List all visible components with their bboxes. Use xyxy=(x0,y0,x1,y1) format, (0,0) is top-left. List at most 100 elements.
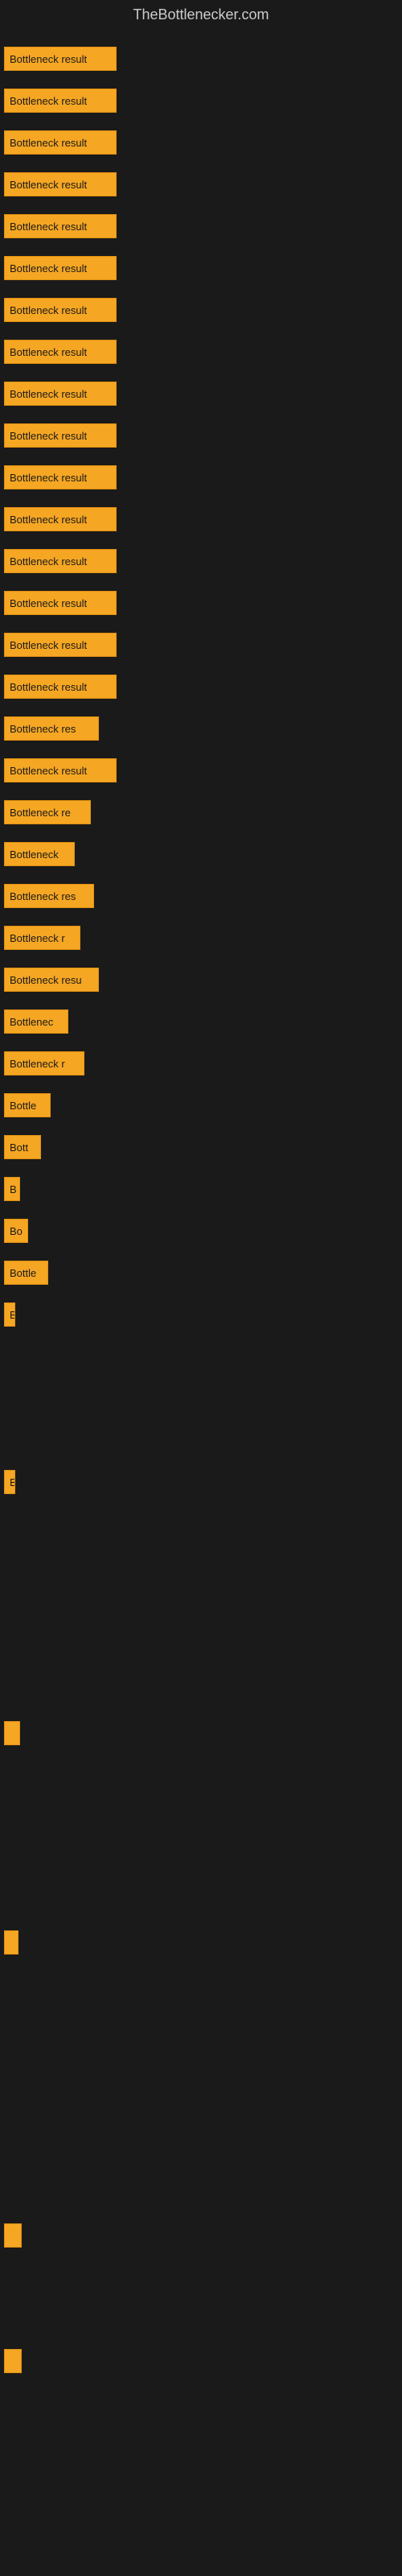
result-bar: Bottleneck result xyxy=(4,382,117,406)
bar-row: Bottleneck r xyxy=(4,917,398,959)
bar-row: Bottle xyxy=(4,1084,398,1126)
bar-row: Bottle xyxy=(4,1252,398,1294)
result-bar: Bottleneck res xyxy=(4,716,99,741)
bar-row: Bottleneck result xyxy=(4,624,398,666)
bar-row xyxy=(4,1335,398,1377)
result-bar: Bottleneck res xyxy=(4,884,94,908)
result-bar: Bottleneck result xyxy=(4,591,117,615)
result-bar: Bottle xyxy=(4,1093,51,1117)
bar-label: Bottleneck xyxy=(10,848,59,861)
result-bar: Bottlenec xyxy=(4,1009,68,1034)
bar-row xyxy=(4,1963,398,2005)
bar-row: Bottleneck result xyxy=(4,373,398,415)
bar-row xyxy=(4,1419,398,1461)
bar-row: B xyxy=(4,1461,398,1503)
result-bar xyxy=(4,1721,20,1745)
bar-label: Bottleneck result xyxy=(10,221,87,233)
bar-row xyxy=(4,1712,398,1754)
bar-row: Bottleneck result xyxy=(4,331,398,373)
bar-row xyxy=(4,1545,398,1587)
bar-row xyxy=(4,1922,398,1963)
bar-row xyxy=(4,2256,398,2298)
bar-row xyxy=(4,1754,398,1796)
bar-label: Bottleneck resu xyxy=(10,974,82,986)
bar-label: Bottleneck result xyxy=(10,639,87,651)
result-bar xyxy=(4,2223,22,2248)
bar-row: Bottleneck resu xyxy=(4,959,398,1001)
result-bar: B xyxy=(4,1470,15,1494)
bar-label: Bottleneck result xyxy=(10,555,87,568)
result-bar: B xyxy=(4,1177,20,1201)
result-bar: Bottleneck re xyxy=(4,800,91,824)
bar-label: Bottleneck res xyxy=(10,890,76,902)
result-bar: Bottleneck result xyxy=(4,675,117,699)
bar-row xyxy=(4,2005,398,2047)
result-bar: Bo xyxy=(4,1219,28,1243)
bar-label: Bottleneck result xyxy=(10,765,87,777)
bar-label: Bottleneck result xyxy=(10,472,87,484)
bar-row: Bo xyxy=(4,1210,398,1252)
bar-row xyxy=(4,2215,398,2256)
bar-row xyxy=(4,1377,398,1419)
bar-label: Bottleneck res xyxy=(10,723,76,735)
bar-label: Bottleneck result xyxy=(10,514,87,526)
bar-label: Bottleneck result xyxy=(10,388,87,400)
bar-row: Bottleneck result xyxy=(4,80,398,122)
bar-row xyxy=(4,1587,398,1629)
bar-label: Bottleneck result xyxy=(10,53,87,65)
result-bar: Bottleneck result xyxy=(4,298,117,322)
bar-label: Bottleneck r xyxy=(10,932,65,944)
bar-row: Bott xyxy=(4,1126,398,1168)
bar-row: Bottleneck result xyxy=(4,749,398,791)
bar-label: B xyxy=(10,1183,17,1195)
result-bar: Bottleneck r xyxy=(4,1051,84,1075)
result-bar xyxy=(4,1930,18,1955)
bar-row: Bottleneck result xyxy=(4,456,398,498)
bar-label: Bott xyxy=(10,1141,28,1154)
bar-row xyxy=(4,2131,398,2173)
result-bar: Bottleneck result xyxy=(4,758,117,782)
bar-row: Bottleneck result xyxy=(4,498,398,540)
bar-row: Bottleneck xyxy=(4,833,398,875)
bar-row: Bottleneck res xyxy=(4,875,398,917)
bar-row: Bottleneck result xyxy=(4,415,398,456)
result-bar: Bott xyxy=(4,1135,41,1159)
bar-row: Bottleneck result xyxy=(4,122,398,163)
bar-label: Bottleneck result xyxy=(10,304,87,316)
bar-label: B xyxy=(10,1309,15,1321)
result-bar: Bottleneck result xyxy=(4,89,117,113)
bar-label: Bottleneck result xyxy=(10,179,87,191)
bar-row xyxy=(4,1880,398,1922)
bar-row: Bottleneck result xyxy=(4,289,398,331)
bar-row: B xyxy=(4,1168,398,1210)
bar-row: Bottleneck r xyxy=(4,1042,398,1084)
result-bar: Bottleneck result xyxy=(4,47,117,71)
bar-row: Bottleneck result xyxy=(4,247,398,289)
bar-label: Bottleneck result xyxy=(10,137,87,149)
bar-row xyxy=(4,1503,398,1545)
bar-row: B xyxy=(4,1294,398,1335)
bar-row xyxy=(4,2382,398,2424)
bar-row xyxy=(4,1629,398,1670)
bar-row: Bottleneck result xyxy=(4,540,398,582)
bar-label: Bottlenec xyxy=(10,1016,53,1028)
bar-label: Bottleneck re xyxy=(10,807,71,819)
bar-row: Bottleneck res xyxy=(4,708,398,749)
result-bar: Bottleneck result xyxy=(4,172,117,196)
result-bar: Bottleneck result xyxy=(4,465,117,489)
bar-label: Bottle xyxy=(10,1267,36,1279)
bar-row: Bottleneck result xyxy=(4,38,398,80)
bar-row xyxy=(4,2340,398,2382)
bar-label: Bottleneck r xyxy=(10,1058,65,1070)
result-bar: Bottleneck result xyxy=(4,633,117,657)
site-title: TheBottlenecker.com xyxy=(0,0,402,30)
bar-label: Bo xyxy=(10,1225,23,1237)
bar-label: Bottleneck result xyxy=(10,681,87,693)
bar-label: Bottleneck result xyxy=(10,95,87,107)
bar-label: Bottleneck result xyxy=(10,597,87,609)
bar-row xyxy=(4,1670,398,1712)
bar-row: Bottleneck result xyxy=(4,205,398,247)
result-bar: Bottle xyxy=(4,1261,48,1285)
bar-label: Bottleneck result xyxy=(10,262,87,275)
result-bar: Bottleneck xyxy=(4,842,75,866)
